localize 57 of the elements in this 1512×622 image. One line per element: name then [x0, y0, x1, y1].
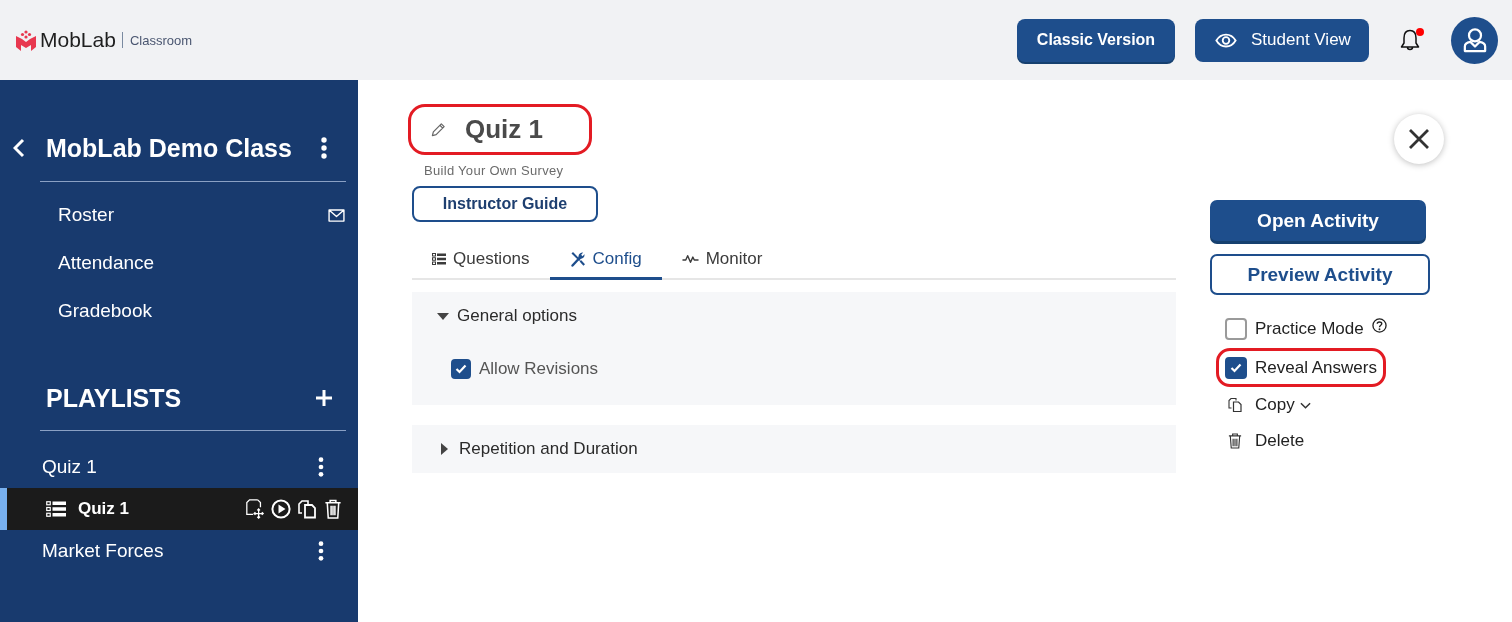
checkbox-label: Allow Revisions [479, 359, 599, 379]
checkbox-label: Practice Mode [1255, 318, 1364, 339]
profile-button[interactable] [1451, 16, 1498, 64]
instructor-guide-button[interactable]: Instructor Guide [412, 186, 598, 222]
brand-name: MobLab [40, 28, 116, 52]
user-icon [1462, 27, 1487, 53]
more-menu-icon[interactable] [318, 457, 324, 477]
close-button[interactable] [1394, 114, 1444, 164]
nav-link[interactable]: Attendance [58, 252, 155, 274]
tab[interactable]: Config [549, 240, 662, 280]
logo-icon [16, 29, 36, 51]
check-icon [1230, 362, 1242, 373]
help-icon[interactable] [1371, 318, 1387, 333]
nav-link[interactable]: Roster [58, 204, 114, 226]
copy-button[interactable]: Copy [1228, 387, 1311, 423]
list-icon [432, 252, 446, 265]
close-icon [1408, 128, 1430, 150]
section-header[interactable]: Repetition and Duration [412, 425, 638, 473]
open-activity-button[interactable]: Open Activity [1210, 200, 1426, 241]
check-icon [455, 364, 467, 374]
copy-icon [1228, 397, 1242, 413]
playlist-item[interactable]: Market Forces [42, 540, 164, 562]
tab[interactable]: Monitor [661, 240, 783, 280]
checkbox[interactable] [1225, 317, 1247, 340]
preview-activity-button[interactable]: Preview Activity [1210, 254, 1430, 295]
classic-version-button[interactable]: Classic Version [1017, 18, 1175, 62]
nav-link[interactable]: Gradebook [58, 300, 152, 322]
activity-title: Quiz 1 [465, 114, 543, 145]
wrench-screwdriver-icon [569, 250, 586, 267]
move-file-icon[interactable] [245, 499, 265, 519]
activity-type: Build Your Own Survey [424, 163, 564, 178]
eye-icon [1215, 32, 1237, 48]
checkbox[interactable] [1225, 356, 1247, 379]
envelope-icon[interactable] [328, 208, 345, 222]
checkbox[interactable] [451, 359, 471, 379]
bell-icon[interactable] [1399, 28, 1421, 52]
play-icon[interactable] [271, 499, 291, 519]
playlist-item[interactable]: Quiz 1 [42, 456, 97, 478]
trash-icon [1228, 433, 1242, 449]
trash-icon[interactable] [323, 499, 343, 519]
class-title: MobLab Demo Class [46, 133, 292, 163]
list-icon [46, 501, 66, 517]
tab[interactable]: Questions [412, 240, 550, 280]
copy-icon[interactable] [297, 499, 317, 519]
section-header[interactable]: General options [412, 292, 578, 340]
pulse-icon [681, 253, 699, 264]
more-menu-icon[interactable] [321, 137, 327, 159]
section-heading: PLAYLISTS [46, 383, 182, 413]
more-menu-icon[interactable] [318, 541, 324, 561]
checkbox-label: Reveal Answers [1255, 357, 1377, 378]
add-icon[interactable] [315, 389, 333, 407]
delete-button[interactable]: Delete [1228, 423, 1305, 459]
pencil-icon[interactable] [431, 122, 446, 137]
student-view-button[interactable]: Student View [1195, 18, 1369, 62]
back-chevron-icon[interactable] [13, 138, 25, 158]
product-name: Classroom [129, 32, 192, 48]
activity-row[interactable]: Quiz 1 [0, 488, 358, 530]
